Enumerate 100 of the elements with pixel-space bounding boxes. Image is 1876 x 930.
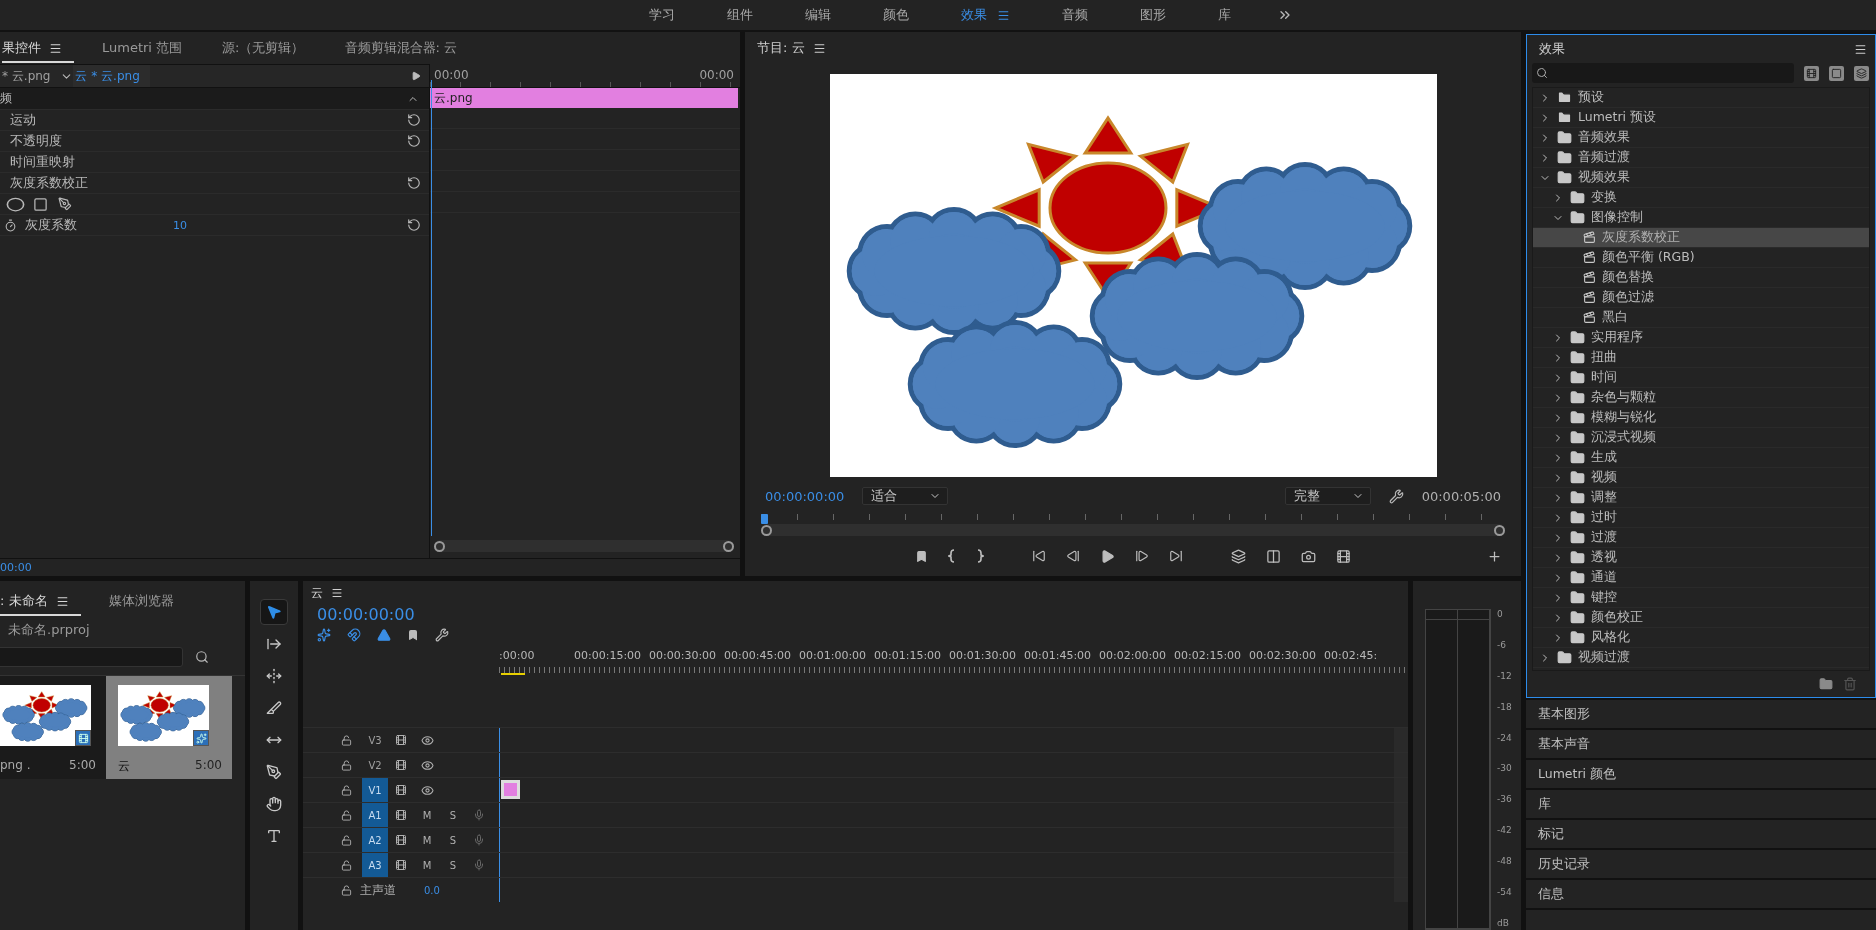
panel-tab[interactable]: 源:（无剪辑） xyxy=(222,33,317,63)
mute-button[interactable]: M xyxy=(414,834,440,846)
effect-tree-item[interactable]: 杂色与颗粒 xyxy=(1533,388,1869,408)
search-icon[interactable] xyxy=(195,650,209,664)
reset-icon[interactable] xyxy=(407,218,421,232)
playhead-timecode[interactable]: 00:00:00:00 xyxy=(765,488,845,504)
reset-icon[interactable] xyxy=(407,113,421,127)
workspace-tab[interactable]: 学习 xyxy=(623,6,701,24)
sequence-clip-tab[interactable]: 云 * 云.png xyxy=(73,65,150,87)
menu-icon[interactable] xyxy=(997,8,1010,22)
menu-icon[interactable] xyxy=(331,587,343,599)
workspace-tab[interactable]: 音频 xyxy=(1036,6,1114,24)
panel-tab[interactable]: 节目: 云 xyxy=(757,33,838,63)
workspace-tab[interactable]: 库 xyxy=(1192,6,1257,24)
panel-tab[interactable]: Lumetri 范围 xyxy=(102,33,195,63)
project-item[interactable]: png . 5:00 xyxy=(0,676,106,779)
solo-button[interactable]: S xyxy=(440,834,466,846)
effect-tree-item[interactable]: 视频效果 xyxy=(1533,168,1869,188)
solo-button[interactable]: S xyxy=(440,809,466,821)
effect-tree-item[interactable]: 变换 xyxy=(1533,188,1869,208)
lock-icon[interactable] xyxy=(341,834,352,846)
effect-tree-item[interactable]: 音频效果 xyxy=(1533,128,1869,148)
effect-tree-item[interactable]: 过渡 xyxy=(1533,528,1869,548)
new-folder-icon[interactable] xyxy=(1819,677,1833,691)
play-icon[interactable] xyxy=(411,71,421,81)
snap-icon[interactable] xyxy=(347,628,361,642)
effect-tree-item[interactable]: 沉浸式视频 xyxy=(1533,428,1869,448)
effect-tree-item[interactable]: 视频过渡 xyxy=(1533,648,1869,668)
effect-tree-item[interactable]: 通道 xyxy=(1533,568,1869,588)
scroll-handle[interactable] xyxy=(1494,524,1505,536)
lock-icon[interactable] xyxy=(341,859,352,871)
playhead-marker[interactable] xyxy=(761,514,768,524)
effect-tree-item[interactable]: 时间 xyxy=(1533,368,1869,388)
lock-icon[interactable] xyxy=(341,809,352,821)
track-target[interactable]: V2 xyxy=(362,753,388,777)
zoom-select[interactable]: 适合 xyxy=(862,487,949,505)
collapsed-panel-header[interactable]: 历史记录 xyxy=(1526,850,1876,878)
bit-depth-filter-button[interactable] xyxy=(1829,65,1844,81)
workspace-tab[interactable]: 效果 xyxy=(935,6,1036,24)
zoom-scrollbar[interactable] xyxy=(434,540,734,552)
workspace-tab[interactable]: 颜色 xyxy=(857,6,935,24)
master-clip-tab[interactable]: * 云.png xyxy=(0,65,61,87)
panel-tab[interactable]: 音频剪辑混合器: 云 xyxy=(344,33,469,63)
rectangle-mask-icon[interactable] xyxy=(33,196,48,212)
effect-tree-item[interactable]: 生成 xyxy=(1533,448,1869,468)
pen-mask-icon[interactable] xyxy=(58,197,72,211)
effect-tree-item[interactable]: 颜色校正 xyxy=(1533,608,1869,628)
quality-select[interactable]: 完整 xyxy=(1284,487,1371,505)
effect-tree-item[interactable]: 颜色过滤 xyxy=(1533,288,1869,308)
effect-tree-item[interactable]: 键控 xyxy=(1533,588,1869,608)
menu-icon[interactable] xyxy=(55,594,69,608)
workspace-tab[interactable]: 图形 xyxy=(1114,6,1192,24)
settings-icon[interactable] xyxy=(1388,488,1404,504)
menu-icon[interactable] xyxy=(1854,42,1867,56)
yuv-filter-button[interactable] xyxy=(1854,65,1869,81)
zoom-scrollbar[interactable] xyxy=(761,524,1505,536)
track-target[interactable]: A2 xyxy=(362,828,388,852)
track-target[interactable]: A3 xyxy=(362,853,388,877)
menu-icon[interactable] xyxy=(812,41,826,55)
settings-icon[interactable] xyxy=(435,628,449,642)
project-item[interactable]: 云 5:00 xyxy=(106,676,232,779)
panel-tab[interactable]: : 未命名 xyxy=(0,586,81,616)
mute-button[interactable]: M xyxy=(414,809,440,821)
accelerated-filter-button[interactable] xyxy=(1804,65,1819,81)
reset-icon[interactable] xyxy=(407,134,421,148)
effect-tree-item[interactable]: 黑白 xyxy=(1533,308,1869,328)
lock-icon[interactable] xyxy=(341,784,352,796)
workspace-tab[interactable]: 编辑 xyxy=(779,6,857,24)
collapsed-panel-header[interactable]: 信息 xyxy=(1526,880,1876,908)
lock-icon[interactable] xyxy=(341,734,352,746)
collapsed-panel-header[interactable]: 库 xyxy=(1526,790,1876,818)
effect-tree-item[interactable]: 调整 xyxy=(1533,488,1869,508)
effect-tree-item[interactable]: 透视 xyxy=(1533,548,1869,568)
track-target[interactable]: A1 xyxy=(362,803,388,827)
effect-tree-item[interactable]: 扭曲 xyxy=(1533,348,1869,368)
stopwatch-icon[interactable] xyxy=(4,218,17,232)
track-target[interactable]: V1 xyxy=(362,778,388,802)
search-field[interactable] xyxy=(1532,63,1794,83)
timeline-timecode[interactable]: 00:00:00:00 xyxy=(317,605,499,624)
effect-tree-item[interactable]: 预设 xyxy=(1533,88,1869,108)
effect-tree-item[interactable]: 实用程序 xyxy=(1533,328,1869,348)
workspace-tab[interactable]: 组件 xyxy=(701,6,779,24)
track-target[interactable]: V3 xyxy=(362,728,388,752)
collapsed-panel-header[interactable]: Lumetri 颜色 xyxy=(1526,760,1876,788)
effect-tree-item[interactable]: 颜色替换 xyxy=(1533,268,1869,288)
collapsed-panel-header[interactable]: 基本图形 xyxy=(1526,700,1876,728)
ellipse-mask-icon[interactable] xyxy=(5,196,26,212)
effect-tree-item[interactable]: 音频过渡 xyxy=(1533,148,1869,168)
effect-tree-item[interactable]: 视频 xyxy=(1533,468,1869,488)
panel-tab[interactable]: 云 xyxy=(311,581,355,608)
scroll-handle[interactable] xyxy=(434,540,445,552)
effect-tree-item[interactable]: 模糊与锐化 xyxy=(1533,408,1869,428)
menu-icon[interactable] xyxy=(49,41,62,55)
panel-tab[interactable]: 媒体浏览器 xyxy=(108,586,186,616)
tool-button[interactable] xyxy=(260,599,288,625)
collapsed-panel-header[interactable]: 基本声音 xyxy=(1526,730,1876,758)
effect-tree-item[interactable]: 过时 xyxy=(1533,508,1869,528)
collapsed-panel-header[interactable]: 标记 xyxy=(1526,820,1876,848)
mute-button[interactable]: M xyxy=(414,859,440,871)
marker-icon[interactable] xyxy=(407,629,419,641)
